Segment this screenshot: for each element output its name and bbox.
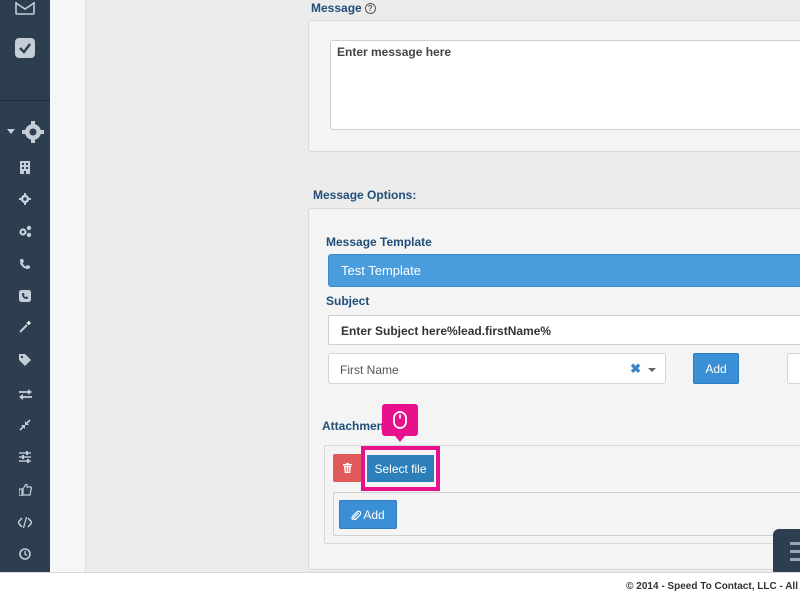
message-template-label: Message Template — [326, 235, 432, 249]
click-indicator — [382, 404, 418, 442]
chevron-down-icon[interactable] — [648, 368, 656, 372]
subject-label: Subject — [326, 294, 370, 308]
attachment-inner-panel — [333, 492, 800, 536]
attachment-label: Attachment — [322, 419, 389, 433]
floating-menu-button[interactable] — [773, 529, 800, 574]
merge-field-value: First Name — [340, 363, 399, 377]
secondary-column — [50, 0, 86, 572]
message-template-select[interactable]: Test Template — [328, 254, 800, 287]
mouse-icon — [393, 411, 407, 429]
checklist-icon[interactable] — [0, 36, 50, 60]
clear-icon[interactable]: ✖ — [630, 361, 641, 377]
thumbs-up-icon[interactable] — [0, 483, 50, 497]
sliders-icon[interactable] — [0, 450, 50, 464]
mail-icon[interactable] — [0, 0, 50, 18]
merge-field-select[interactable]: First Name ✖ — [328, 353, 666, 384]
add-attachment-label: Add — [363, 507, 385, 522]
message-label: Message — [311, 1, 362, 15]
phone-square-icon[interactable] — [0, 289, 50, 303]
phone-icon[interactable] — [0, 257, 50, 271]
message-heading: Message? — [311, 1, 376, 15]
exchange-icon[interactable] — [0, 387, 50, 401]
gears-icon[interactable] — [0, 224, 50, 238]
clock-icon[interactable] — [0, 547, 50, 561]
message-options-label: Message Options: — [313, 188, 417, 202]
delete-attachment-button[interactable] — [333, 454, 362, 482]
add-field-button[interactable]: Add — [693, 353, 739, 384]
help-icon[interactable]: ? — [364, 3, 376, 14]
message-textarea[interactable]: Enter message here — [330, 40, 800, 130]
settings-gear-icon[interactable] — [0, 120, 50, 144]
building-icon[interactable] — [0, 160, 50, 174]
partial-input[interactable] — [787, 353, 800, 384]
magic-wand-icon[interactable] — [0, 320, 50, 334]
paperclip-icon — [351, 510, 362, 520]
add-attachment-button[interactable]: Add — [339, 500, 397, 529]
sidebar-divider — [0, 100, 50, 101]
compress-icon[interactable] — [0, 418, 50, 432]
sidebar — [0, 0, 50, 600]
click-highlight — [361, 446, 440, 491]
trash-icon — [343, 463, 352, 473]
gear-icon[interactable] — [0, 192, 50, 206]
subject-input[interactable]: Enter Subject here%lead.firstName% — [328, 315, 800, 345]
tag-icon[interactable] — [0, 353, 50, 367]
code-icon[interactable] — [0, 515, 50, 529]
copyright-text: © 2014 - Speed To Contact, LLC - All — [626, 581, 798, 592]
footer: © 2014 - Speed To Contact, LLC - All — [0, 572, 800, 600]
